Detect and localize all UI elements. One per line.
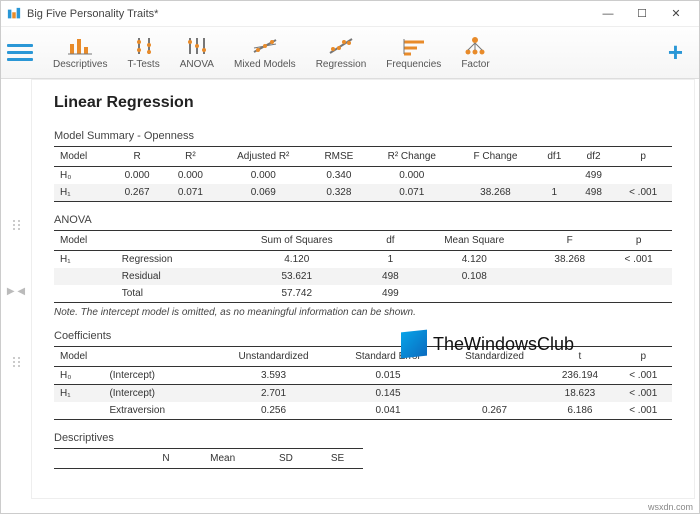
model-summary-table: Model R R² Adjusted R² RMSE R² Change F … [54,146,672,202]
app-icon [7,7,21,21]
drag-grip-icon[interactable] [13,220,20,222]
results-panel: Linear Regression Model Summary - Openne… [31,79,695,499]
anova-title: ANOVA [54,214,672,226]
table-row: H₁Regression4.12014.12038.268< .001 [54,251,672,269]
coefficients-table: Model Unstandardized Standard Error Stan… [54,346,672,420]
add-module-button[interactable]: + [658,37,693,68]
toolbar-label: T-Tests [127,59,159,70]
window-title: Big Five Personality Traits* [27,8,591,20]
table-row: H₁0.2670.0710.0690.3280.07138.2681498< .… [54,184,672,202]
factor-icon [462,35,488,57]
toolbar-label: Descriptives [53,59,107,70]
toolbar-label: Frequencies [386,59,441,70]
minimize-button[interactable]: — [591,3,625,25]
table-row: H₀0.0000.0000.0000.3400.000499 [54,167,672,185]
maximize-button[interactable]: ☐ [625,3,659,25]
toolbar-label: Mixed Models [234,59,296,70]
table-row: Extraversion0.2560.0410.2676.186< .001 [54,402,672,420]
table-row: H₁(Intercept)2.7010.14518.623< .001 [54,385,672,403]
drag-grip-icon[interactable] [13,357,20,359]
toolbar-ttests[interactable]: T-Tests [117,29,169,77]
anova-icon [184,35,210,57]
table-row: Total57.742499 [54,285,672,303]
panel-handles: ▶ ◀ [1,79,31,499]
panel-expand-icon[interactable]: ▶ ◀ [7,286,25,297]
close-button[interactable]: ✕ [659,3,693,25]
toolbar-label: Regression [316,59,367,70]
page-title: Linear Regression [54,94,672,112]
toolbar-frequencies[interactable]: Frequencies [376,29,451,77]
table-row: H₀(Intercept)3.5930.015236.194< .001 [54,367,672,385]
main-toolbar: Descriptives T-Tests ANOVA Mixed Models … [1,27,699,79]
anova-note: Note. The intercept model is omitted, as… [54,307,672,318]
descriptives-title: Descriptives [54,432,672,444]
toolbar-descriptives[interactable]: Descriptives [43,29,117,77]
regression-icon [328,35,354,57]
coefficients-title: Coefficients [54,330,672,342]
toolbar-factor[interactable]: Factor [451,29,499,77]
model-summary-title: Model Summary - Openness [54,130,672,142]
toolbar-regression[interactable]: Regression [306,29,377,77]
table-row: Residual53.6214980.108 [54,268,672,285]
frequencies-icon [401,35,427,57]
descriptives-icon [67,35,93,57]
ttests-icon [131,35,157,57]
titlebar: Big Five Personality Traits* — ☐ ✕ [1,1,699,27]
toolbar-anova[interactable]: ANOVA [170,29,224,77]
toolbar-mixedmodels[interactable]: Mixed Models [224,29,306,77]
watermark-domain: wsxdn.com [648,502,693,512]
toolbar-label: ANOVA [180,59,214,70]
menu-button[interactable] [7,40,33,66]
mixedmodels-icon [252,35,278,57]
anova-table: Model Sum of Squares df Mean Square F p … [54,230,672,303]
descriptives-table: N Mean SD SE [54,448,363,469]
toolbar-label: Factor [461,59,489,70]
